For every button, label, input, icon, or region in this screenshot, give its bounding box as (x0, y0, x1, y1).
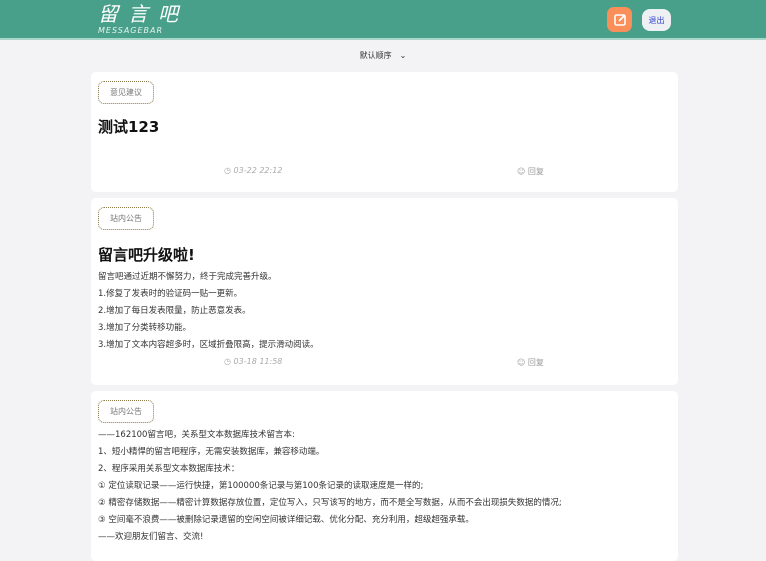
logo-text: 留言吧 (98, 2, 188, 26)
post-card: 意见建议 测试123 ◷ 03-22 22:12 ☺ 回复 (91, 72, 678, 192)
logo-subtext: MESSAGEBAR (98, 26, 164, 35)
logout-button[interactable]: 退出 (642, 9, 671, 31)
post-card: 站内公告 ——162100留言吧，关系型文本数据库技术留言本: 1、短小精悍的留言… (91, 391, 678, 561)
category-tag[interactable]: 站内公告 (98, 400, 154, 423)
category-tag[interactable]: 站内公告 (98, 207, 154, 230)
new-post-button[interactable] (607, 7, 632, 32)
reply-button[interactable]: ☺ 回复 (517, 166, 544, 177)
post-body: 留言吧通过近期不懈努力，终于完成完善升级。 1.修复了发表时的验证码一贴一更新。 2… (98, 272, 319, 350)
post-body: ——162100留言吧，关系型文本数据库技术留言本: 1、短小精悍的留言吧程序，无… (98, 430, 562, 542)
post-title: 留言吧升级啦! (98, 246, 195, 264)
post-time: ◷ 03-18 11:58 (224, 357, 283, 366)
sort-select[interactable]: 默认顺序 ⌄ (0, 50, 766, 61)
post-card: 站内公告 留言吧升级啦! 留言吧通过近期不懈努力，终于完成完善升级。 1.修复了发… (91, 198, 678, 385)
category-tag[interactable]: 意见建议 (98, 81, 154, 104)
header: 留言吧 MESSAGEBAR 退出 (0, 0, 766, 40)
post-title: 测试123 (98, 118, 160, 136)
sort-selected: 默认顺序 (359, 51, 392, 60)
chevron-down-icon: ⌄ (399, 51, 407, 60)
edit-icon (613, 13, 626, 26)
reply-button[interactable]: ☺ 回复 (517, 357, 544, 368)
post-time: ◷ 03-22 22:12 (224, 166, 283, 175)
logo[interactable]: 留言吧 MESSAGEBAR (98, 2, 188, 35)
